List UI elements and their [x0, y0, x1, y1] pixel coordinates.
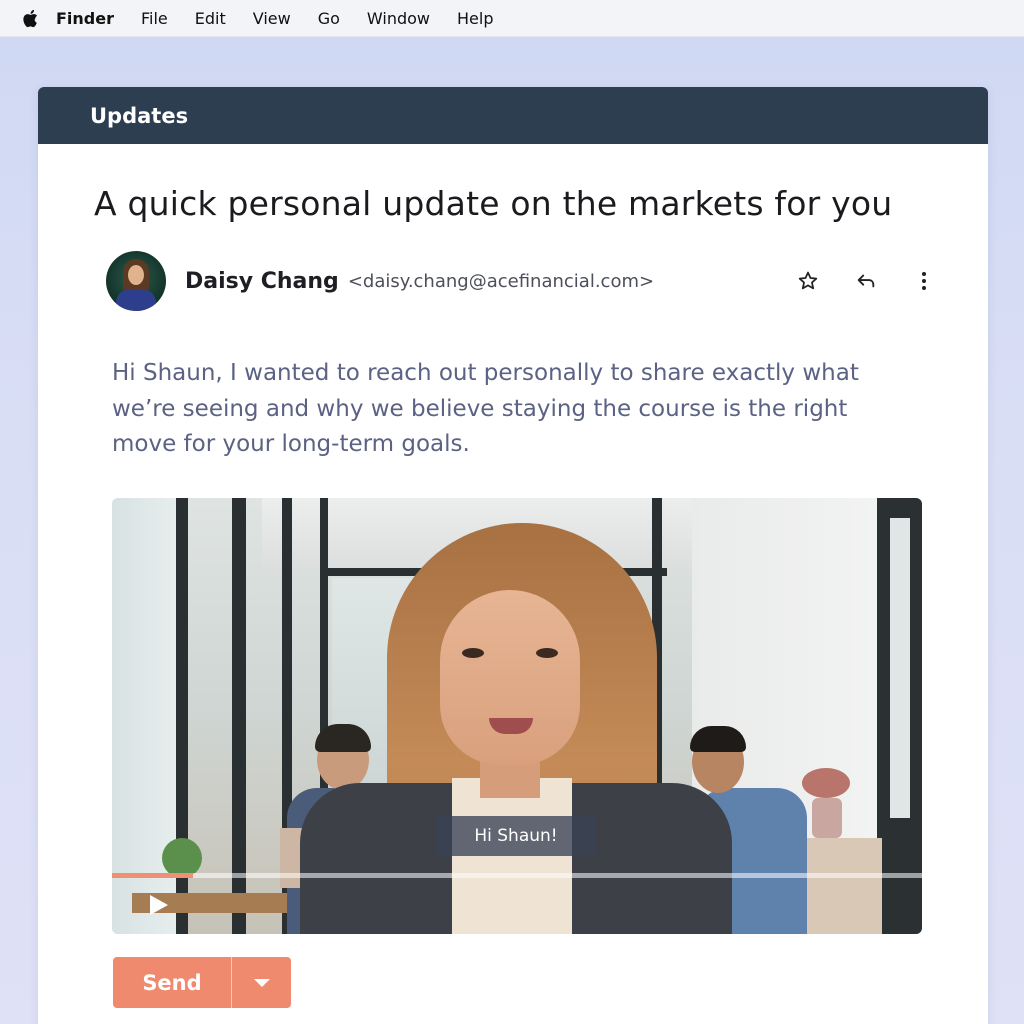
- menu-go[interactable]: Go: [318, 9, 340, 28]
- menu-finder[interactable]: Finder: [56, 9, 114, 28]
- window-header: Updates: [38, 87, 988, 144]
- sender-row: Daisy Chang <daisy.chang@acefinancial.co…: [106, 251, 936, 311]
- menu-bar: Finder File Edit View Go Window Help: [0, 0, 1024, 37]
- email-body: Hi Shaun, I wanted to reach out personal…: [112, 360, 859, 457]
- menu-file[interactable]: File: [141, 9, 168, 28]
- sender-email[interactable]: <daisy.chang@acefinancial.com>: [348, 271, 654, 292]
- menu-view[interactable]: View: [253, 9, 291, 28]
- email-window: Updates A quick personal update on the m…: [38, 87, 988, 1024]
- avatar[interactable]: [106, 251, 166, 311]
- video-progress-track[interactable]: [112, 873, 922, 878]
- menu-window[interactable]: Window: [367, 9, 430, 28]
- video-caption: Hi Shaun!: [436, 816, 596, 856]
- sender-name[interactable]: Daisy Chang: [185, 269, 339, 294]
- menu-help[interactable]: Help: [457, 9, 493, 28]
- play-icon[interactable]: [148, 893, 170, 917]
- caret-down-icon: [253, 973, 271, 992]
- more-vertical-icon[interactable]: [912, 269, 936, 293]
- star-icon[interactable]: [796, 269, 820, 293]
- email-subject: A quick personal update on the markets f…: [94, 184, 893, 223]
- send-split-button: Send: [113, 957, 291, 1008]
- apple-logo-icon[interactable]: [22, 8, 40, 28]
- reply-icon[interactable]: [854, 269, 878, 293]
- video-player[interactable]: Hi Shaun!: [112, 498, 922, 934]
- send-button[interactable]: Send: [113, 957, 231, 1008]
- menu-edit[interactable]: Edit: [195, 9, 226, 28]
- video-progress-fill: [112, 873, 193, 878]
- send-options-button[interactable]: [232, 957, 291, 1008]
- email-actions: [762, 251, 936, 311]
- window-title: Updates: [90, 103, 189, 128]
